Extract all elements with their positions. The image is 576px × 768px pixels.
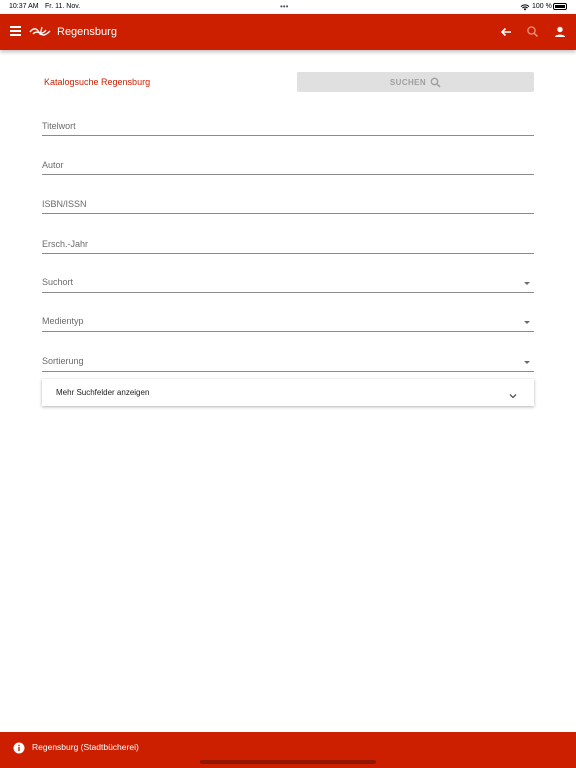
library-branch-label: Regensburg (Stadtbücherei) [32, 742, 139, 752]
app-title: Regensburg [57, 26, 117, 38]
search-icon[interactable] [524, 23, 542, 41]
arrow-left-icon[interactable] [498, 24, 514, 40]
battery-icon [553, 3, 567, 10]
sorting-select-label: Sortierung [42, 356, 84, 366]
wifi-icon [520, 3, 530, 13]
location-select-label: Suchort [42, 277, 74, 287]
search-button[interactable]: SUCHEN [297, 72, 534, 92]
search-button-label: SUCHEN [389, 77, 427, 87]
search-icon [430, 77, 441, 88]
dropdown-arrow-icon [524, 321, 530, 324]
person-icon[interactable] [552, 24, 568, 40]
title-word-input[interactable] [42, 114, 534, 135]
home-indicator[interactable] [200, 760, 376, 764]
media-type-select[interactable]: Medientyp [42, 310, 534, 332]
battery-percent: 100 % [532, 3, 552, 10]
info-icon [13, 741, 25, 759]
year-field[interactable] [42, 232, 534, 254]
catalog-search-title: Katalogsuche Regensburg [44, 77, 151, 87]
multitasking-dots[interactable]: ••• [280, 2, 288, 11]
library-logo-icon [29, 23, 51, 44]
dropdown-arrow-icon [524, 282, 530, 285]
chevron-down-icon [508, 388, 518, 406]
isbn-input[interactable] [42, 192, 534, 213]
dropdown-arrow-icon [524, 361, 530, 364]
isbn-field[interactable] [42, 192, 534, 214]
sorting-select[interactable]: Sortierung [42, 350, 534, 372]
status-date: Fr. 11. Nov. [45, 3, 81, 10]
status-bar: 10:37 AM Fr. 11. Nov. ••• 100 % [0, 0, 576, 14]
more-fields-panel[interactable]: Mehr Suchfelder anzeigen [42, 379, 534, 406]
author-input[interactable] [42, 153, 534, 174]
author-field[interactable] [42, 153, 534, 175]
location-select[interactable]: Suchort [42, 271, 534, 293]
app-bar: Regensburg [0, 14, 576, 50]
hamburger-icon[interactable] [10, 26, 22, 38]
title-word-field[interactable] [42, 114, 534, 136]
year-input[interactable] [42, 232, 534, 253]
more-fields-label: Mehr Suchfelder anzeigen [56, 388, 150, 397]
status-time: 10:37 AM [9, 3, 39, 10]
media-type-select-label: Medientyp [42, 316, 84, 326]
